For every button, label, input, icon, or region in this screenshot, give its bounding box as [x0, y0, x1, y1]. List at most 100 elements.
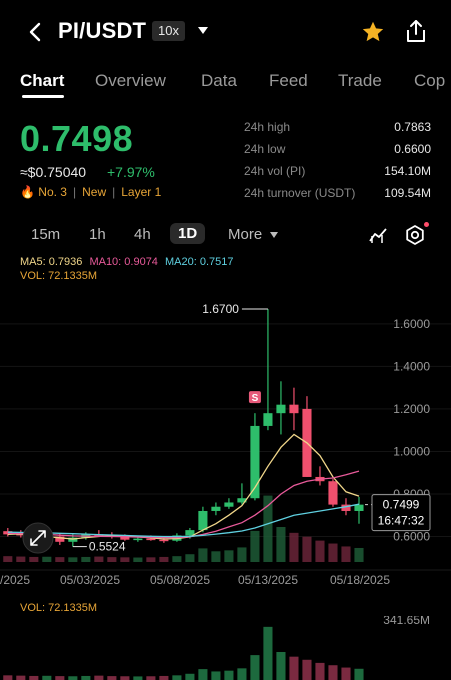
- volume-overlay-bar: [146, 557, 156, 562]
- fire-icon: 🔥: [20, 185, 35, 199]
- candle-body: [289, 404, 299, 414]
- indicator-icon[interactable]: [368, 226, 388, 244]
- volume-overlay-bar: [341, 546, 351, 562]
- stat-24h-high: 24h high 0.7863: [244, 120, 431, 134]
- ma-legend: MA5: 0.7936 MA10: 0.9074 MA20: 0.7517: [20, 256, 238, 268]
- header-bar: PI/USDT 10x: [0, 0, 451, 62]
- volume-bar: [133, 676, 143, 680]
- ma10-line: [7, 470, 360, 539]
- volume-overlay-bar: [211, 551, 221, 562]
- volume-max-label: 341.65M: [383, 616, 430, 627]
- chart-settings-gear-icon[interactable]: [404, 224, 426, 246]
- volume-overlay-bar: [133, 557, 143, 562]
- volume-bar: [29, 675, 39, 680]
- volume-bar: [16, 675, 26, 680]
- x-tick-label: 05/18/2025: [330, 573, 390, 587]
- section-tabs: Chart Overview Data Feed Trade Cop: [0, 62, 451, 104]
- leverage-badge[interactable]: 10x: [152, 21, 185, 41]
- volume-bar: [263, 626, 273, 680]
- tab-feed[interactable]: Feed: [269, 71, 308, 91]
- volume-overlay-bar: [354, 547, 364, 562]
- volume-overlay-bar: [42, 556, 52, 562]
- candle-body: [276, 404, 286, 414]
- volume-overlay-bar: [68, 557, 78, 562]
- candle-body: [133, 538, 143, 541]
- volume-bar: [42, 675, 52, 680]
- volume-overlay-bar: [107, 557, 117, 562]
- interval-4h[interactable]: 4h: [134, 226, 151, 243]
- volume-bar: [302, 659, 312, 680]
- candlestick-chart[interactable]: 1.60001.40001.20001.00000.80000.60001.67…: [0, 284, 451, 594]
- new-tag[interactable]: New: [82, 185, 106, 199]
- x-tick-label: 05/08/2025: [150, 573, 210, 587]
- interval-more[interactable]: More: [228, 226, 262, 243]
- ma10-value: MA10: 0.9074: [89, 256, 158, 268]
- volume-chart: 341.65M: [3, 616, 430, 680]
- notification-dot: [424, 222, 429, 227]
- volume-overlay-bar: [237, 547, 247, 562]
- volume-bar: [289, 656, 299, 680]
- y-tick-label: 1.2000: [393, 402, 430, 416]
- volume-bar: [354, 668, 364, 680]
- layer-tag[interactable]: Layer 1: [121, 185, 161, 199]
- candle-body: [354, 504, 364, 511]
- volume-overlay-bar: [250, 530, 260, 562]
- rank-tag[interactable]: No. 3: [38, 185, 67, 199]
- share-icon[interactable]: [404, 18, 428, 44]
- expand-chart-icon[interactable]: [22, 522, 54, 554]
- stat-24h-vol: 24h vol (PI) 154.10M: [244, 164, 431, 178]
- last-price: 0.7498: [20, 118, 134, 159]
- volume-bar: [3, 675, 13, 680]
- volume-bar: [55, 676, 65, 680]
- interval-1h[interactable]: 1h: [89, 226, 106, 243]
- volume-overlay-bar: [29, 556, 39, 562]
- y-tick-label: 0.6000: [393, 529, 430, 543]
- price-change-percent: +7.97%: [107, 164, 155, 180]
- token-tags: 🔥 No. 3 | New | Layer 1: [20, 185, 162, 199]
- tab-overview[interactable]: Overview: [95, 71, 166, 91]
- pair-title[interactable]: PI/USDT: [58, 18, 146, 44]
- volume-bar: [237, 668, 247, 680]
- volume-overlay-bar: [172, 556, 182, 562]
- back-arrow-icon[interactable]: [24, 20, 46, 44]
- volume-overlay-bar: [276, 527, 286, 562]
- volume-overlay-bar: [81, 556, 91, 562]
- volume-overlay-bar: [289, 532, 299, 562]
- volume-bar: [94, 675, 104, 680]
- ma20-value: MA20: 0.7517: [165, 256, 234, 268]
- sell-signal-letter: S: [252, 393, 259, 404]
- low-marker-label: 0.5524: [89, 540, 126, 554]
- volume-overlay-bar: [328, 543, 338, 562]
- volume-bar: [185, 673, 195, 680]
- volume-overlay-bar: [224, 550, 234, 562]
- x-tick-label: /2025: [0, 573, 30, 587]
- x-tick-label: 05/13/2025: [238, 573, 298, 587]
- y-tick-label: 1.4000: [393, 359, 430, 373]
- candle-countdown: 16:47:32: [378, 514, 425, 528]
- more-caret-icon[interactable]: [270, 232, 278, 238]
- volume-bar: [315, 662, 325, 680]
- interval-1d[interactable]: 1D: [170, 223, 206, 244]
- favorite-star-icon[interactable]: [360, 19, 386, 45]
- candle-body: [328, 481, 338, 505]
- volume-bar: [68, 676, 78, 680]
- tab-chart[interactable]: Chart: [20, 71, 64, 91]
- interval-15m[interactable]: 15m: [31, 226, 60, 243]
- last-price-tag: 0.7499: [383, 498, 420, 512]
- tab-data[interactable]: Data: [201, 71, 237, 91]
- candle-body: [224, 502, 234, 507]
- volume-overlay-bar: [159, 556, 169, 562]
- candle-body: [159, 539, 169, 542]
- volume-bar: [341, 667, 351, 680]
- candle-body: [198, 510, 208, 531]
- pair-dropdown-caret-icon[interactable]: [198, 27, 208, 34]
- volume-bar: [146, 676, 156, 680]
- tab-trade[interactable]: Trade: [338, 71, 382, 91]
- stat-24h-low: 24h low 0.6600: [244, 142, 431, 156]
- stats-panel: 24h high 0.7863 24h low 0.6600 24h vol (PI…: [244, 120, 431, 208]
- tab-copy[interactable]: Cop: [414, 71, 445, 91]
- x-tick-label: 05/03/2025: [60, 573, 120, 587]
- volume-overlay-bar: [94, 556, 104, 562]
- volume-bar: [276, 652, 286, 680]
- y-tick-label: 1.0000: [393, 444, 430, 458]
